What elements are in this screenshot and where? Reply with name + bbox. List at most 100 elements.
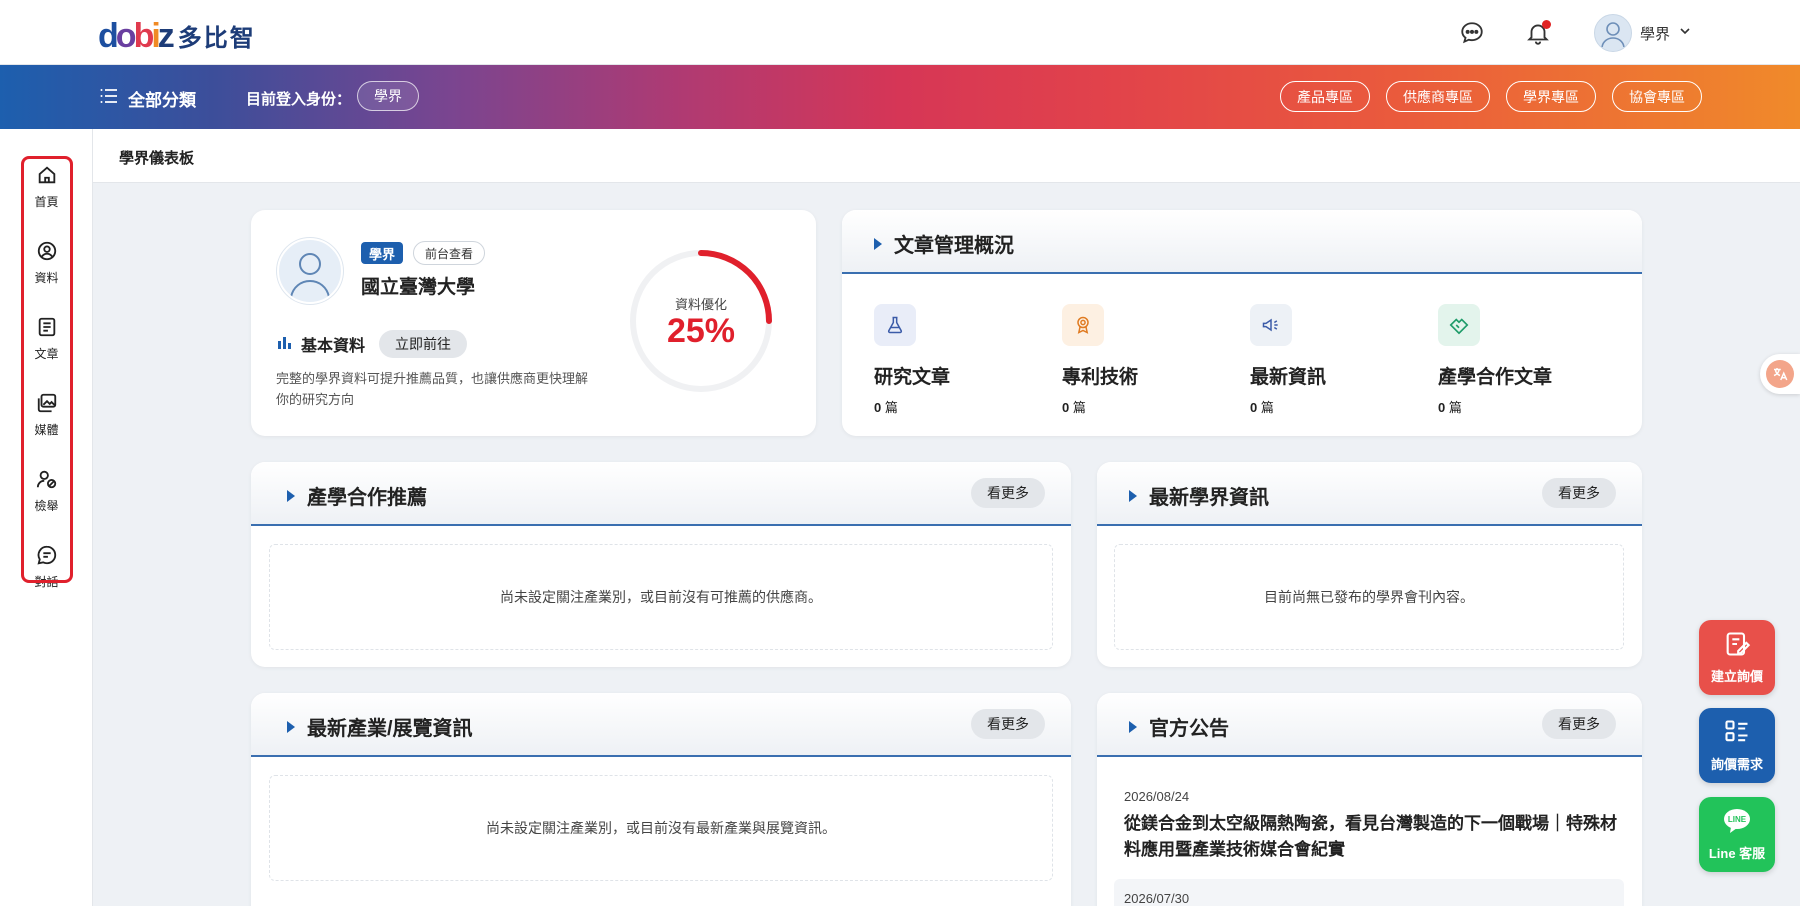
top-header: dobiz 多比智 學界 [0,0,1800,65]
user-menu[interactable]: 學界 [1593,14,1692,52]
triangle-icon [287,489,295,502]
card-header: 文章管理概況 [842,210,1642,274]
triangle-icon [287,720,295,733]
zone-academic-button[interactable]: 學界專區 [1506,81,1596,112]
see-more-button[interactable]: 看更多 [971,478,1045,508]
user-name: 學界 [1639,25,1670,43]
notification-dot [1541,20,1551,29]
optimization-gauge: 資料優化 25% [626,246,776,396]
logo-mark: dobiz [98,16,175,55]
stat-count: 0 [874,400,882,415]
empty-state: 尚未設定關注產業別，或目前沒有可推薦的供應商。 [269,544,1053,650]
inquiry-needs-button[interactable]: 詢價需求 [1699,708,1775,783]
empty-state: 目前尚無已發布的學界會刊內容。 [1114,544,1624,650]
see-more-button[interactable]: 看更多 [1542,709,1616,739]
line-support-button[interactable]: LINE Line 客服 [1699,797,1775,872]
card-header: 最新產業/展覽資訊 看更多 [251,693,1071,757]
profile-description: 完整的學界資料可提升推薦品質，也讓供應商更快理解你的研究方向 [276,371,589,407]
flask-icon [874,304,916,346]
triangle-icon [1129,489,1137,502]
bar-chart-icon [277,334,293,355]
academic-news-card: 最新學界資訊 看更多 目前尚無已發布的學界會刊內容。 [1097,462,1642,667]
optimization-label: 資料優化 [674,297,727,312]
stat-cooperation[interactable]: 產學合作文章 0 篇 [1438,304,1598,416]
stat-name: 最新資訊 [1250,367,1327,388]
card-header: 最新學界資訊 看更多 [1097,462,1642,526]
announcement-title[interactable]: 從鎂合金到太空級隔熱陶瓷，看見台灣製造的下一個戰場｜特殊材料應用暨產業技術媒合會… [1124,811,1624,863]
float-button-label: 建立詢價 [1710,669,1763,684]
announcement-date: 2026/08/24 [1124,789,1190,804]
card-title: 產學合作推薦 [307,487,427,509]
message-icon[interactable] [1452,13,1492,53]
articles-overview-card: 文章管理概況 研究文章 0 篇 專利技術 0 篇 最新資訊 0 篇 產學合作文章… [842,210,1642,436]
stat-unit: 篇 [1448,400,1462,415]
line-icon: LINE [1722,807,1752,838]
sidebar-highlight-frame [21,156,73,583]
card-title: 最新學界資訊 [1149,487,1269,509]
all-categories-label: 全部分類 [128,91,196,110]
stat-unit: 篇 [884,400,898,415]
avatar [1593,14,1632,52]
announcements-card: 官方公告 看更多 2026/08/24 從鎂合金到太空級隔熱陶瓷，看見台灣製造的… [1097,693,1642,906]
award-icon [1062,304,1104,346]
stat-name: 研究文章 [874,367,951,388]
logo[interactable]: dobiz 多比智 [98,18,256,53]
recommend-card: 產學合作推薦 看更多 尚未設定關注產業別，或目前沒有可推薦的供應商。 [251,462,1071,667]
goto-button[interactable]: 立即前往 [379,330,468,358]
handshake-icon [1438,304,1480,346]
institution-name: 國立臺灣大學 [361,277,476,298]
svg-text:LINE: LINE [1728,815,1747,824]
translate-icon [1766,360,1794,388]
category-bar: 全部分類 目前登入身份： 學界 產品專區 供應商專區 學界專區 協會專區 [0,65,1800,129]
page-title: 學界儀表板 [119,150,195,167]
stat-count: 0 [1062,400,1070,415]
stat-name: 專利技術 [1062,367,1139,388]
triangle-icon [874,237,882,250]
triangle-icon [1129,720,1137,733]
stat-research[interactable]: 研究文章 0 篇 [874,304,1034,416]
card-title: 文章管理概況 [894,235,1014,257]
create-inquiry-button[interactable]: 建立詢價 [1699,620,1775,695]
profile-card: 學界 前台查看 國立臺灣大學 基本資料 立即前往 完整的學界資料可提升推薦品質，… [251,210,816,436]
float-button-label: 詢價需求 [1710,757,1763,772]
sidebar: 首頁 資料 文章 媒體 檢舉 對話 [0,129,93,906]
megaphone-icon [1250,304,1292,346]
breadcrumb: 學界儀表板 [93,129,1800,183]
menu-list-icon [100,88,118,109]
stat-unit: 篇 [1260,400,1274,415]
chevron-down-icon [1678,24,1692,43]
stat-count: 0 [1250,400,1258,415]
see-more-button[interactable]: 看更多 [1542,478,1616,508]
edit-icon [1723,630,1751,661]
role-badge: 學界 [357,81,419,111]
see-more-button[interactable]: 看更多 [971,709,1045,739]
zone-suppliers-button[interactable]: 供應商專區 [1386,81,1490,112]
bell-icon[interactable] [1518,13,1558,53]
card-title: 官方公告 [1149,718,1229,740]
stat-news[interactable]: 最新資訊 0 篇 [1250,304,1410,416]
login-as-label: 目前登入身份： [246,91,352,108]
stat-unit: 篇 [1072,400,1086,415]
industry-news-card: 最新產業/展覽資訊 看更多 尚未設定關注產業別，或目前沒有最新產業與展覽資訊。 [251,693,1071,906]
avatar [277,238,343,304]
float-button-label: Line 客服 [1708,846,1766,861]
role-tag: 學界 [361,242,404,264]
stat-name: 產學合作文章 [1438,367,1553,388]
logo-text: 多比智 [177,25,256,52]
front-view-button[interactable]: 前台查看 [413,241,486,265]
empty-state: 尚未設定關注產業別，或目前沒有最新產業與展覽資訊。 [269,775,1053,881]
optimization-value: 25% [666,312,736,350]
announcement-date: 2026/07/30 [1124,891,1190,906]
all-categories-button[interactable]: 全部分類 [100,86,196,111]
accessibility-tab[interactable] [1760,354,1800,394]
stat-count: 0 [1438,400,1446,415]
basic-info-label: 基本資料 [301,338,366,355]
zone-association-button[interactable]: 協會專區 [1612,81,1702,112]
card-header: 官方公告 看更多 [1097,693,1642,757]
card-header: 產學合作推薦 看更多 [251,462,1071,526]
announcement-item[interactable]: 2026/07/30 [1114,879,1624,906]
zone-products-button[interactable]: 產品專區 [1280,81,1370,112]
card-title: 最新產業/展覽資訊 [307,718,473,740]
stat-patent[interactable]: 專利技術 0 篇 [1062,304,1222,416]
list-icon [1723,718,1751,749]
